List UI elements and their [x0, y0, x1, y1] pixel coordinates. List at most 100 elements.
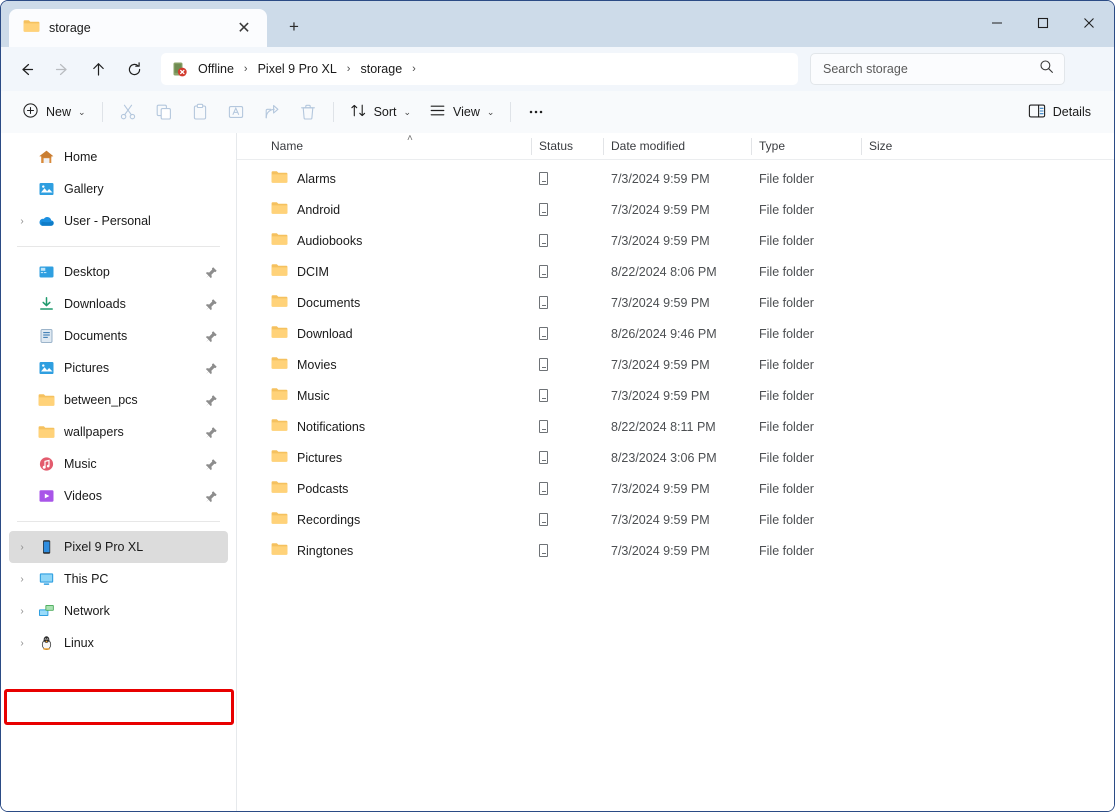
sidebar-item-label: Pictures: [64, 361, 109, 375]
file-name-cell[interactable]: Movies: [263, 356, 531, 373]
column-header-status[interactable]: Status: [531, 133, 603, 160]
pin-icon[interactable]: [205, 266, 218, 279]
refresh-button[interactable]: [117, 53, 151, 85]
table-row[interactable]: Pictures8/23/2024 3:06 PMFile folder: [237, 442, 1114, 473]
folder-icon: [271, 263, 288, 280]
column-header-name[interactable]: Name ˄: [263, 133, 531, 160]
table-row[interactable]: DCIM8/22/2024 8:06 PMFile folder: [237, 256, 1114, 287]
column-header-date-modified[interactable]: Date modified: [603, 133, 751, 160]
table-row[interactable]: Recordings7/3/2024 9:59 PMFile folder: [237, 504, 1114, 535]
sidebar-item-documents[interactable]: Documents: [9, 320, 228, 352]
details-pane-button[interactable]: Details: [1019, 97, 1100, 127]
sidebar-item-pictures[interactable]: Pictures: [9, 352, 228, 384]
chevron-right-icon[interactable]: ›: [9, 638, 35, 649]
file-name-cell[interactable]: Android: [263, 201, 531, 218]
network-icon: [35, 603, 57, 619]
breadcrumb-chevron-icon[interactable]: ›: [408, 63, 420, 75]
view-list-icon: [429, 102, 446, 122]
table-row[interactable]: Movies7/3/2024 9:59 PMFile folder: [237, 349, 1114, 380]
breadcrumb-item-storage[interactable]: storage: [354, 59, 408, 79]
file-name-cell[interactable]: Ringtones: [263, 542, 531, 559]
table-row[interactable]: Download8/26/2024 9:46 PMFile folder: [237, 318, 1114, 349]
forward-button[interactable]: [45, 53, 79, 85]
pin-icon[interactable]: [205, 330, 218, 343]
rename-button[interactable]: [218, 97, 254, 127]
file-name-cell[interactable]: Alarms: [263, 170, 531, 187]
table-row[interactable]: Android7/3/2024 9:59 PMFile folder: [237, 194, 1114, 225]
pin-icon[interactable]: [205, 298, 218, 311]
status-glyph-icon: [539, 327, 548, 340]
search-input[interactable]: [823, 62, 1033, 76]
sidebar-item-desktop[interactable]: Desktop: [9, 256, 228, 288]
view-button[interactable]: View ⌄: [420, 97, 503, 127]
pin-icon[interactable]: [205, 362, 218, 375]
chevron-right-icon[interactable]: ›: [9, 216, 35, 227]
pin-icon[interactable]: [205, 394, 218, 407]
file-list[interactable]: Alarms7/3/2024 9:59 PMFile folderAndroid…: [237, 160, 1114, 811]
close-tab-icon[interactable]: ✕: [231, 15, 257, 41]
chevron-right-icon[interactable]: ›: [9, 574, 35, 585]
table-row[interactable]: Notifications8/22/2024 8:11 PMFile folde…: [237, 411, 1114, 442]
sidebar-item-network[interactable]: › Network: [9, 595, 228, 627]
file-name-cell[interactable]: Download: [263, 325, 531, 342]
maximize-button[interactable]: [1020, 1, 1066, 45]
file-name-cell[interactable]: DCIM: [263, 263, 531, 280]
sidebar-item-videos[interactable]: Videos: [9, 480, 228, 512]
chevron-right-icon[interactable]: ›: [9, 542, 35, 553]
file-name-cell[interactable]: Audiobooks: [263, 232, 531, 249]
file-name-cell[interactable]: Notifications: [263, 418, 531, 435]
address-bar[interactable]: Offline › Pixel 9 Pro XL › storage ›: [161, 53, 798, 85]
pin-icon[interactable]: [205, 490, 218, 503]
status-glyph-icon: [539, 234, 548, 247]
cut-button[interactable]: [110, 97, 146, 127]
share-button[interactable]: [254, 97, 290, 127]
file-type-cell: File folder: [751, 327, 861, 341]
column-header-size-label: Size: [869, 139, 892, 153]
see-more-button[interactable]: [518, 97, 554, 127]
column-header-type[interactable]: Type: [751, 133, 861, 160]
tab-storage[interactable]: storage ✕: [9, 9, 267, 47]
column-header-size[interactable]: Size: [861, 133, 941, 160]
pin-icon[interactable]: [205, 426, 218, 439]
sidebar-item-pixel-9-pro-xl[interactable]: › Pixel 9 Pro XL: [9, 531, 228, 563]
sidebar-item-music[interactable]: Music: [9, 448, 228, 480]
pin-icon[interactable]: [205, 458, 218, 471]
table-row[interactable]: Audiobooks7/3/2024 9:59 PMFile folder: [237, 225, 1114, 256]
chevron-right-icon[interactable]: ›: [9, 606, 35, 617]
sidebar-item-between-pcs[interactable]: between_pcs: [9, 384, 228, 416]
sidebar-item-linux[interactable]: › Linux: [9, 627, 228, 659]
sort-button[interactable]: Sort ⌄: [341, 97, 420, 127]
paste-button[interactable]: [182, 97, 218, 127]
file-date-cell: 7/3/2024 9:59 PM: [603, 234, 751, 248]
sidebar-item-gallery[interactable]: Gallery: [9, 173, 228, 205]
sidebar-item-downloads[interactable]: Downloads: [9, 288, 228, 320]
file-name-cell[interactable]: Documents: [263, 294, 531, 311]
table-row[interactable]: Podcasts7/3/2024 9:59 PMFile folder: [237, 473, 1114, 504]
close-window-button[interactable]: [1066, 1, 1112, 45]
file-name-label: Music: [297, 389, 330, 403]
new-button[interactable]: New ⌄: [13, 97, 95, 127]
file-type-cell: File folder: [751, 482, 861, 496]
sidebar-item-wallpapers[interactable]: wallpapers: [9, 416, 228, 448]
file-name-cell[interactable]: Recordings: [263, 511, 531, 528]
sidebar-item-home[interactable]: Home: [9, 141, 228, 173]
minimize-button[interactable]: [974, 1, 1020, 45]
breadcrumb-item-offline[interactable]: Offline: [192, 59, 240, 79]
table-row[interactable]: Alarms7/3/2024 9:59 PMFile folder: [237, 163, 1114, 194]
sidebar-item-user-personal[interactable]: › User - Personal: [9, 205, 228, 237]
sidebar-item-this-pc[interactable]: › This PC: [9, 563, 228, 595]
new-tab-button[interactable]: +: [277, 10, 311, 44]
back-button[interactable]: [9, 53, 43, 85]
breadcrumb-item-pixel-9-pro-xl[interactable]: Pixel 9 Pro XL: [252, 59, 343, 79]
delete-button[interactable]: [290, 97, 326, 127]
search-box[interactable]: [810, 53, 1065, 85]
table-row[interactable]: Documents7/3/2024 9:59 PMFile folder: [237, 287, 1114, 318]
table-row[interactable]: Ringtones7/3/2024 9:59 PMFile folder: [237, 535, 1114, 566]
file-name-cell[interactable]: Music: [263, 387, 531, 404]
table-row[interactable]: Music7/3/2024 9:59 PMFile folder: [237, 380, 1114, 411]
copy-button[interactable]: [146, 97, 182, 127]
file-name-cell[interactable]: Pictures: [263, 449, 531, 466]
up-button[interactable]: [81, 53, 115, 85]
file-date-cell: 8/22/2024 8:11 PM: [603, 420, 751, 434]
file-name-cell[interactable]: Podcasts: [263, 480, 531, 497]
